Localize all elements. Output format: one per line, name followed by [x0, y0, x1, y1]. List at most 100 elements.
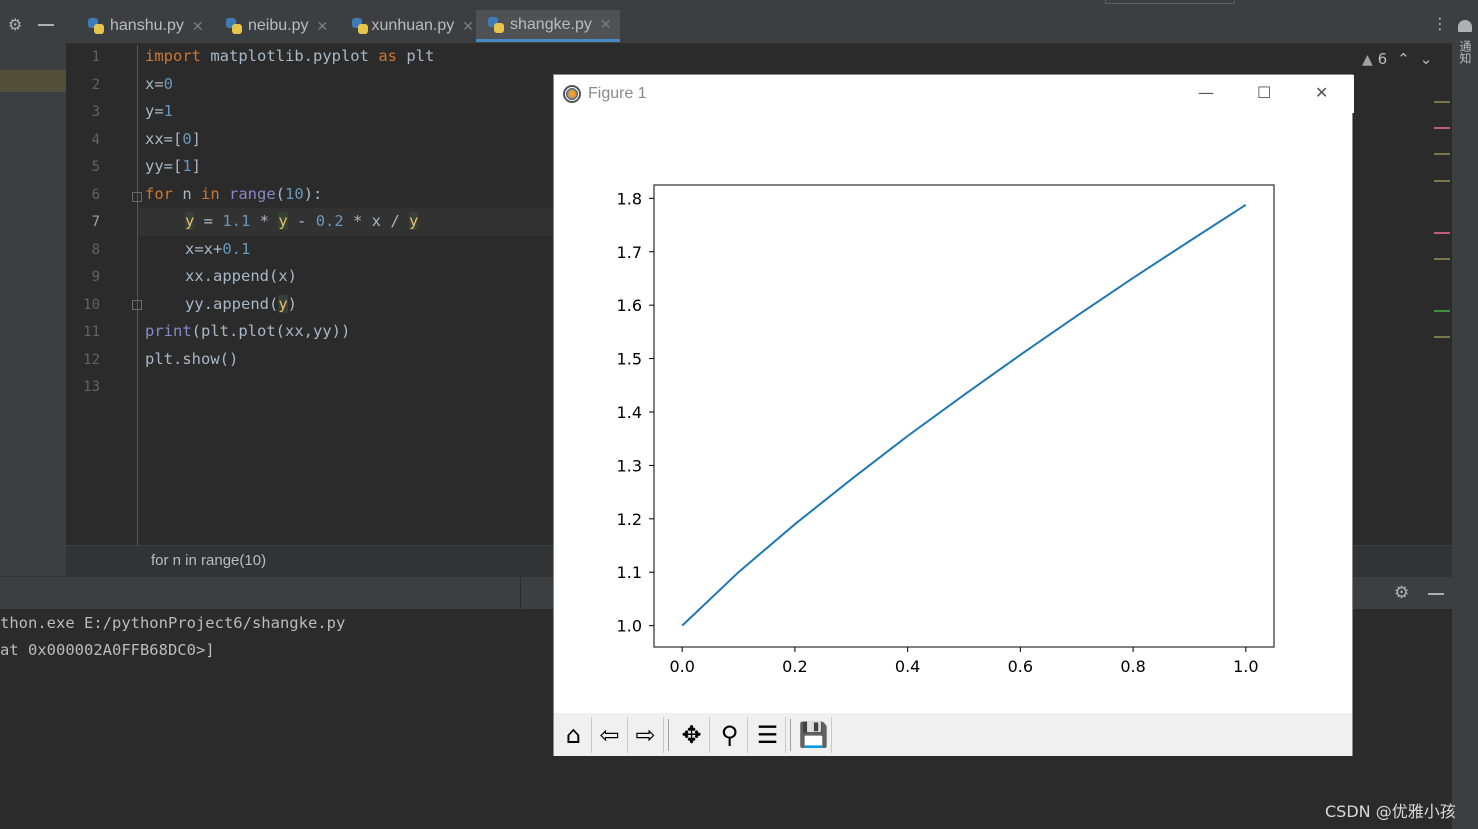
error-stripe-mark[interactable]: [1434, 153, 1450, 155]
python-file-icon: [226, 18, 242, 34]
tab-label: shangke.py: [510, 15, 592, 33]
y-tick-label: 1.8: [617, 189, 642, 208]
chevron-down-icon[interactable]: ⌄: [1420, 50, 1433, 68]
y-tick-label: 1.1: [617, 563, 642, 582]
tab-shangke[interactable]: shangke.py ✕: [476, 10, 620, 42]
code-line[interactable]: xx.append(x): [185, 267, 297, 285]
pan-icon[interactable]: ✥: [674, 717, 710, 753]
code-text: y=: [145, 102, 164, 120]
error-stripe-mark[interactable]: [1434, 127, 1450, 129]
minimize-window-icon[interactable]: —: [1198, 83, 1214, 102]
y-tick-label: 1.2: [617, 510, 642, 529]
save-icon[interactable]: 💾: [796, 717, 832, 753]
line-number: 6: [91, 187, 100, 203]
code-text: (: [275, 185, 286, 203]
tab-neibu[interactable]: neibu.py ✕: [214, 10, 338, 42]
code-text: -: [287, 212, 316, 230]
inspection-widget[interactable]: ▲ 6 ⌃ ⌄: [1362, 50, 1432, 68]
code-text: * x /: [343, 212, 410, 230]
line-number: 11: [83, 324, 100, 340]
close-window-icon[interactable]: ✕: [1315, 83, 1328, 102]
tab-hanshu[interactable]: hanshu.py ✕: [76, 10, 212, 42]
x-axis: 0.0 0.2 0.4 0.6 0.8 1.0: [669, 647, 1259, 676]
code-line[interactable]: print(plt.plot(xx,yy)): [145, 322, 350, 340]
axes-frame: [653, 184, 1275, 648]
gear-icon[interactable]: ⚙: [8, 16, 26, 34]
keyword: in: [201, 185, 220, 203]
notifications-label[interactable]: 通知: [1456, 40, 1474, 64]
error-stripe-mark[interactable]: [1434, 180, 1450, 182]
x-tick-label: 0.2: [782, 657, 807, 676]
y-axis: 1.0 1.1 1.2 1.3 1.4 1.5 1.6 1.7 1.8: [617, 189, 654, 636]
line-number: 5: [91, 159, 100, 175]
number: 0: [182, 130, 192, 148]
close-icon[interactable]: ✕: [317, 18, 329, 35]
figure-toolbar: ⌂ ⇦ ⇨ ✥ ⚲ ☰ 💾: [554, 713, 1352, 756]
error-stripe-mark[interactable]: [1434, 310, 1450, 312]
home-icon[interactable]: ⌂: [556, 717, 592, 753]
warning-icon: ▲: [1362, 52, 1373, 68]
code-line[interactable]: for n in range(10):: [145, 185, 322, 203]
python-file-icon: [488, 16, 504, 33]
line-chart[interactable]: 1.0 1.1 1.2 1.3 1.4 1.5 1.6 1.7 1.8 0.0 0.2 0.4 0.6…: [554, 113, 1352, 713]
code-line[interactable]: y=1: [145, 102, 173, 120]
tab-label: xunhuan.py: [371, 17, 455, 34]
code-line[interactable]: yy.append(y): [185, 295, 297, 313]
close-icon[interactable]: ✕: [600, 16, 612, 33]
keyword: import: [145, 47, 201, 65]
chevron-up-icon[interactable]: ⌃: [1397, 50, 1410, 68]
minimize-icon[interactable]: [1428, 593, 1444, 595]
fold-icon[interactable]: [132, 192, 142, 202]
toolbar-separator: [668, 719, 669, 751]
code-text: n: [173, 185, 201, 203]
code-line[interactable]: import matplotlib.pyplot as plt: [145, 47, 434, 65]
variable-highlight: y: [278, 212, 288, 230]
code-text: plt: [396, 47, 435, 65]
code-line[interactable]: x=x+0.1: [185, 240, 250, 258]
code-text: x=: [145, 75, 164, 93]
variable-highlight: y: [185, 212, 195, 230]
configure-subplots-icon[interactable]: ☰: [750, 717, 786, 753]
line-number: 3: [91, 104, 100, 120]
bell-icon[interactable]: [1458, 20, 1472, 32]
variable-highlight: y: [409, 212, 419, 230]
code-text: ): [287, 295, 298, 313]
close-icon[interactable]: ✕: [192, 18, 204, 35]
y-tick-label: 1.0: [617, 617, 642, 636]
more-vertical-icon[interactable]: ⋮: [1432, 14, 1448, 33]
tab-xunhuan[interactable]: xunhuan.py ✕: [340, 10, 474, 42]
number: 10: [285, 185, 304, 203]
console-output-line: thon.exe E:/pythonProject6/shangke.py: [0, 614, 346, 632]
close-icon[interactable]: ✕: [462, 18, 474, 35]
code-line[interactable]: y = 1.1 * y - 0.2 * x / y: [185, 212, 419, 230]
error-stripe-mark[interactable]: [1434, 258, 1450, 260]
line-number: 7: [91, 214, 100, 230]
current-line-marker: [0, 70, 66, 92]
line-number: 2: [91, 77, 100, 93]
y-tick-label: 1.7: [617, 243, 642, 262]
breadcrumb-item[interactable]: for n in range(10): [151, 552, 266, 569]
code-line[interactable]: yy=[1]: [145, 157, 201, 175]
x-tick-label: 0.4: [895, 657, 920, 676]
gear-icon[interactable]: ⚙: [1394, 583, 1409, 603]
code-line[interactable]: plt.show(): [145, 350, 238, 368]
minimize-icon[interactable]: [38, 24, 54, 26]
y-tick-label: 1.5: [617, 350, 642, 369]
number: 0.2: [315, 212, 344, 230]
gutter-divider: [137, 45, 138, 545]
y-tick-label: 1.4: [617, 403, 642, 422]
error-stripe-mark[interactable]: [1434, 336, 1450, 338]
figure-title-bar[interactable]: Figure 1 — ☐ ✕: [554, 75, 1354, 113]
code-line[interactable]: xx=[0]: [145, 130, 201, 148]
fold-icon[interactable]: [132, 300, 142, 310]
error-stripe-mark[interactable]: [1434, 232, 1450, 234]
back-icon[interactable]: ⇦: [592, 717, 628, 753]
matplotlib-logo-icon: [563, 85, 581, 103]
error-stripe-mark[interactable]: [1434, 101, 1450, 103]
maximize-window-icon[interactable]: ☐: [1257, 83, 1271, 102]
variable-highlight: y: [278, 295, 288, 313]
zoom-icon[interactable]: ⚲: [712, 717, 748, 753]
code-line[interactable]: x=0: [145, 75, 173, 93]
forward-icon[interactable]: ⇨: [628, 717, 664, 753]
window-title: Figure 1: [588, 85, 647, 102]
